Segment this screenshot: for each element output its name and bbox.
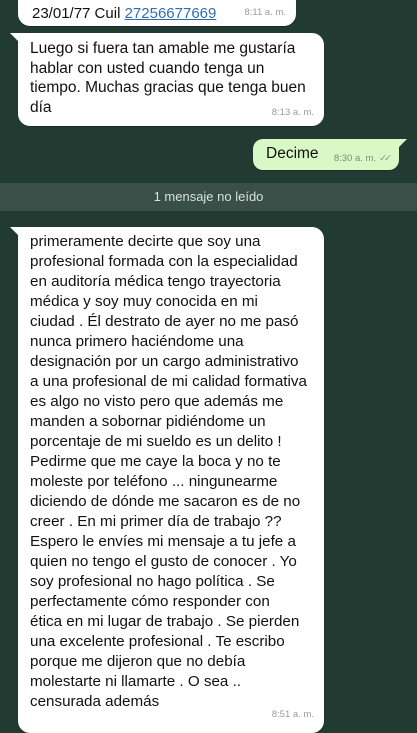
message-line: primeramente decirte que soy una (30, 233, 261, 250)
phone-link[interactable]: 27256677669 (125, 5, 217, 22)
message-line: porcentaje de mi sueldo es un delito ! (30, 433, 282, 450)
message-line: a una profesional de mi calidad formativ… (30, 373, 307, 390)
message-line: quien no tengo el gusto de conocer . Yo (30, 553, 297, 570)
message-line: una excelente profesional . Te escribo (30, 633, 285, 650)
message-text: 23/01/77 Cuil 27256677669 (32, 4, 216, 24)
message-line: perfectamente cómo responder con (30, 593, 270, 610)
message-line: moleste por teléfono ... ningunearme (30, 473, 278, 490)
message-text: Decime (266, 145, 319, 162)
incoming-message[interactable]: Luego si fuera tan amable me gustaría ha… (10, 33, 324, 126)
outgoing-message[interactable]: Decime 8:30 a. m. ✓✓ (253, 139, 407, 170)
message-line: ciudad . Él destrato de ayer no me pasó (30, 313, 299, 330)
message-line: profesional formada con la especialidad (30, 253, 298, 270)
bubble-tail (10, 33, 20, 43)
message-bubble-top: 23/01/77 Cuil 27256677669 8:11 a. m. (18, 0, 296, 26)
message-line: Espero le envíes mi mensaje a tu jefe a (30, 533, 296, 550)
unread-messages-divider: 1 mensaje no leído (0, 183, 417, 211)
incoming-message-long[interactable]: primeramente decirte que soy una profesi… (10, 227, 324, 733)
message-line: soy profesional no hago política . Se (30, 573, 275, 590)
message-line: médica y soy muy conocida en mi (30, 293, 258, 310)
message-time: 8:30 a. m. ✓✓ (333, 153, 392, 164)
message-line: en auditoría médica tengo trayectoria (30, 273, 281, 290)
bubble-tail (397, 139, 407, 149)
message-time: 8:11 a. m. (244, 6, 286, 18)
message-line: molestarte ni llamarte . O sea .. (30, 673, 242, 690)
message-line: manden a sobornar pidiéndome un (30, 413, 266, 430)
bubble-tail (10, 227, 20, 237)
message-line: Pedirme que me caye la boca y no te (30, 453, 281, 470)
message-line: creer . En mi primer día de trabajo ?? (30, 513, 282, 530)
message-line: designación por un cargo administrativo (30, 353, 299, 370)
message-time-text: 8:30 a. m. (333, 153, 377, 164)
message-line: porque me dijeron que no debía (30, 653, 246, 670)
message-line: nunca primero haciéndome una (30, 333, 244, 350)
message-line: ética en mi lugar de trabajo . Se pierde… (30, 613, 300, 630)
message-line: diciendo de dónde me sacaron es de no (30, 493, 301, 510)
message-time: 8:13 a. m. (271, 106, 314, 118)
message-time: 8:51 a. m. (271, 709, 314, 720)
message-line: censurada además (30, 693, 160, 710)
double-check-icon: ✓✓ (379, 153, 392, 164)
message-prefix: 23/01/77 Cuil (32, 5, 125, 22)
message-line: es algo no visto pero que además me (30, 393, 284, 410)
